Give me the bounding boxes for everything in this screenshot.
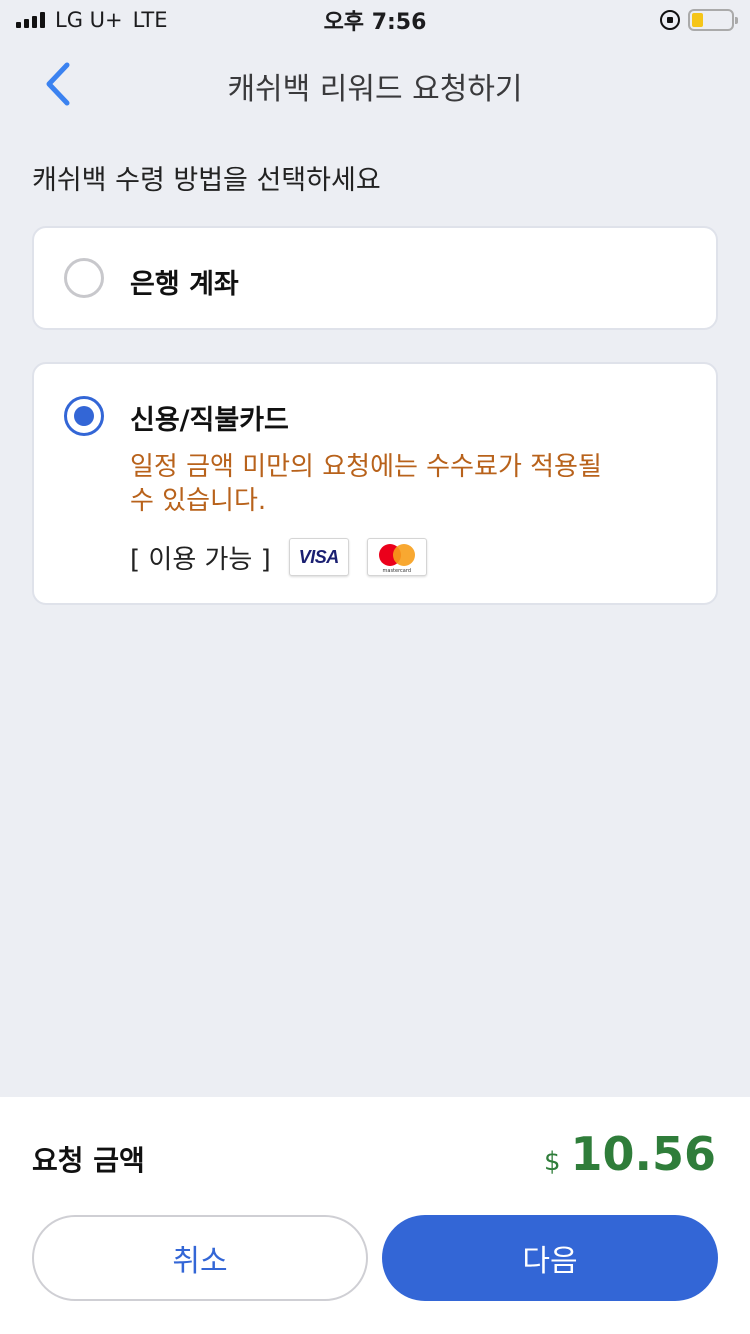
cancel-button[interactable]: 취소 bbox=[32, 1215, 368, 1301]
page-title: 캐쉬백 리워드 요청하기 bbox=[227, 72, 523, 107]
nav-bar: 캐쉬백 리워드 요청하기 bbox=[0, 48, 750, 120]
fee-note: 일정 금액 미만의 요청에는 수수료가 적용될 수 있습니다. bbox=[130, 452, 602, 516]
carrier-name: LG U+ bbox=[55, 8, 123, 32]
next-button[interactable]: 다음 bbox=[382, 1215, 718, 1301]
status-bar-left: LG U+ LTE bbox=[16, 8, 168, 32]
amount-value: 10.56 bbox=[570, 1127, 716, 1181]
mastercard-logo-text: mastercard bbox=[382, 568, 411, 574]
option-bank-account[interactable]: 은행 계좌 bbox=[32, 226, 718, 330]
visa-logo: VISA bbox=[288, 538, 349, 576]
battery-fill bbox=[692, 13, 704, 27]
status-bar-right bbox=[660, 9, 738, 31]
status-bar: LG U+ LTE 오후 7:56 bbox=[0, 0, 750, 40]
amount-label: 요청 금액 bbox=[32, 1144, 145, 1177]
amount-display: $ 10.56 bbox=[544, 1127, 716, 1181]
currency-symbol: $ bbox=[543, 1147, 561, 1177]
available-label: [ 이용 가능 ] bbox=[130, 544, 271, 575]
mastercard-logo: mastercard bbox=[366, 538, 427, 576]
available-cards: [ 이용 가능 ] VISA mastercard bbox=[130, 538, 427, 576]
signal-icon bbox=[16, 12, 45, 28]
option-credit-card[interactable]: 신용/직불카드 일정 금액 미만의 요청에는 수수료가 적용될 수 있습니다. … bbox=[32, 362, 718, 605]
radio-credit-card[interactable] bbox=[64, 396, 104, 436]
visa-logo-text: VISA bbox=[298, 546, 340, 567]
mastercard-icon: mastercard bbox=[375, 542, 419, 574]
option-label-bank: 은행 계좌 bbox=[130, 269, 239, 300]
bottom-panel: 요청 금액 $ 10.56 취소 다음 bbox=[0, 1097, 750, 1334]
rotation-lock-icon bbox=[660, 10, 680, 30]
network-type: LTE bbox=[132, 8, 168, 32]
option-label-card: 신용/직불카드 bbox=[130, 405, 289, 436]
radio-bank-account[interactable] bbox=[64, 258, 104, 298]
battery-icon bbox=[688, 9, 738, 31]
section-label: 캐쉬백 수령 방법을 선택하세요 bbox=[32, 165, 381, 196]
